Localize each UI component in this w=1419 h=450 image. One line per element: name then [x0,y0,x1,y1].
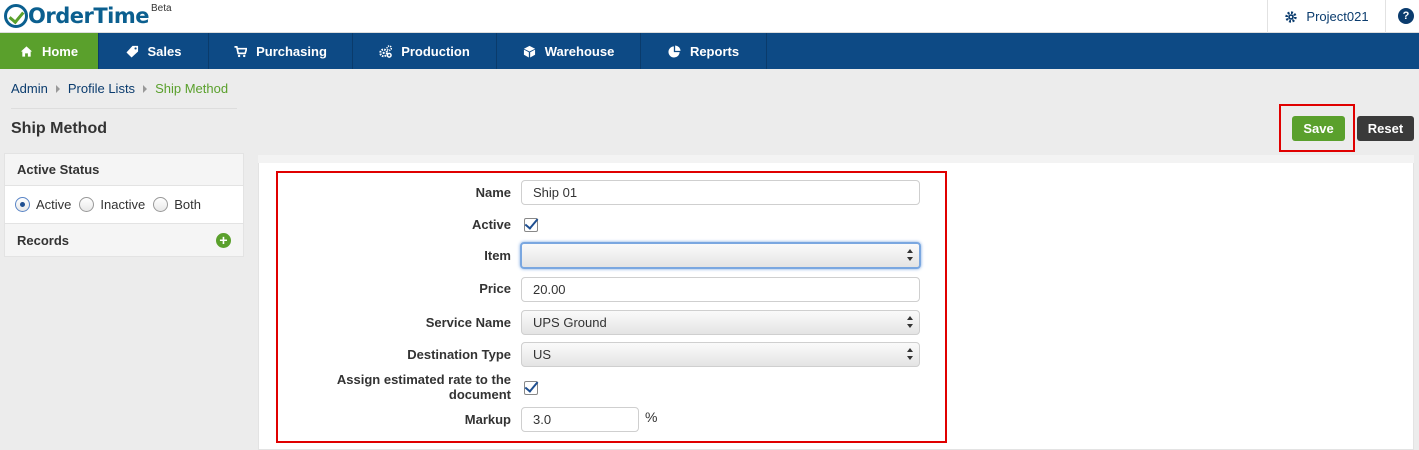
logo-text: OrderTime [28,4,150,28]
nav-label: Warehouse [544,43,615,59]
name-value: Ship 01 [533,185,578,200]
gears-icon [379,44,393,58]
breadcrumb-admin[interactable]: Admin [11,81,48,96]
select-arrows-icon [907,316,913,328]
logo-check-icon [4,4,28,28]
markup-value: 3.0 [533,412,552,427]
item-select[interactable] [520,242,921,269]
row-destination-type: Destination Type [278,341,511,367]
markup-unit: % [645,409,658,425]
nav-purchasing[interactable]: Purchasing [209,33,353,69]
main-nav: Home Sales Purchasing Production Warehou… [0,33,1419,69]
nav-home[interactable]: Home [0,33,99,69]
status-option-both[interactable]: Both [153,197,201,212]
nav-label: Home [41,43,79,59]
reset-button[interactable]: Reset [1357,116,1414,141]
row-item: Item [278,242,511,268]
destination-type-label: Destination Type [407,346,511,362]
active-status-options: Active Inactive Both [5,186,243,224]
breadcrumb-divider [11,108,237,109]
assign-rate-checkbox[interactable] [524,381,538,395]
page-title: Ship Method [11,120,107,137]
breadcrumb: Admin Profile Lists Ship Method [11,81,228,96]
nav-reports[interactable]: Reports [641,33,767,69]
add-record-icon[interactable]: + [216,232,231,248]
row-active: Active [278,211,511,237]
radio-label: Inactive [100,197,146,212]
price-input[interactable]: 20.00 [521,277,920,302]
name-input[interactable]: Ship 01 [521,180,920,205]
box-icon [523,45,535,58]
radio-label: Both [174,197,201,212]
service-name-value: UPS Ground [533,315,607,330]
project-menu[interactable]: Project021 [1267,0,1386,33]
nav-label: Purchasing [256,43,327,59]
row-assign-rate: Assign estimated rate to the document [278,372,511,402]
status-option-inactive[interactable]: Inactive [79,197,145,212]
nav-label: Sales [147,43,182,59]
radio-both[interactable] [153,197,169,212]
breadcrumb-ship-method: Ship Method [155,81,229,96]
service-name-select[interactable]: UPS Ground [521,310,920,335]
pie-chart-icon [668,44,681,58]
sidebar: Active Status Active Inactive Both Recor… [4,153,244,257]
breadcrumb-profile-lists[interactable]: Profile Lists [68,81,135,96]
cart-icon [234,45,248,57]
nav-production[interactable]: Production [353,33,497,69]
price-label: Price [479,280,511,296]
active-label: Active [471,216,511,232]
destination-type-value: US [533,347,552,362]
destination-type-select[interactable]: US [521,342,920,367]
status-option-active[interactable]: Active [15,197,71,212]
item-label: Item [484,247,511,263]
radio-label: Active [36,197,72,212]
save-button[interactable]: Save [1292,116,1345,141]
nav-warehouse[interactable]: Warehouse [497,33,641,69]
row-price: Price [278,275,511,301]
home-icon [20,45,33,57]
service-name-label: Service Name [425,314,511,330]
radio-active[interactable] [15,197,30,212]
logo-beta-badge: Beta [151,3,172,14]
markup-input[interactable]: 3.0 [521,407,639,432]
records-label: Records [17,232,70,248]
markup-label: Markup [464,411,511,427]
top-bar: OrderTime Beta Project021 ? [0,0,1419,33]
price-value: 20.00 [533,282,566,297]
row-markup: Markup [278,406,511,432]
project-name: Project021 [1306,9,1369,24]
nav-label: Production [401,43,470,59]
gear-icon [1285,10,1298,23]
active-checkbox[interactable] [524,218,538,232]
select-arrows-icon [907,249,913,261]
name-label: Name [475,184,511,200]
row-name: Name [278,179,511,205]
help-icon[interactable]: ? [1398,8,1414,24]
form-panel-header-strip [258,155,1414,163]
tag-icon [125,45,138,58]
nav-sales[interactable]: Sales [99,33,209,69]
assign-rate-label: Assign estimated rate to the document [336,372,511,402]
active-status-header: Active Status [5,154,243,186]
nav-label: Reports [689,43,740,59]
ordertime-logo[interactable]: OrderTime Beta [4,2,172,30]
row-service-name: Service Name [278,309,511,335]
breadcrumb-separator-icon [55,84,60,93]
breadcrumb-separator-icon [143,84,148,93]
radio-inactive[interactable] [79,197,95,212]
select-arrows-icon [907,348,913,360]
records-header: Records + [5,224,243,256]
